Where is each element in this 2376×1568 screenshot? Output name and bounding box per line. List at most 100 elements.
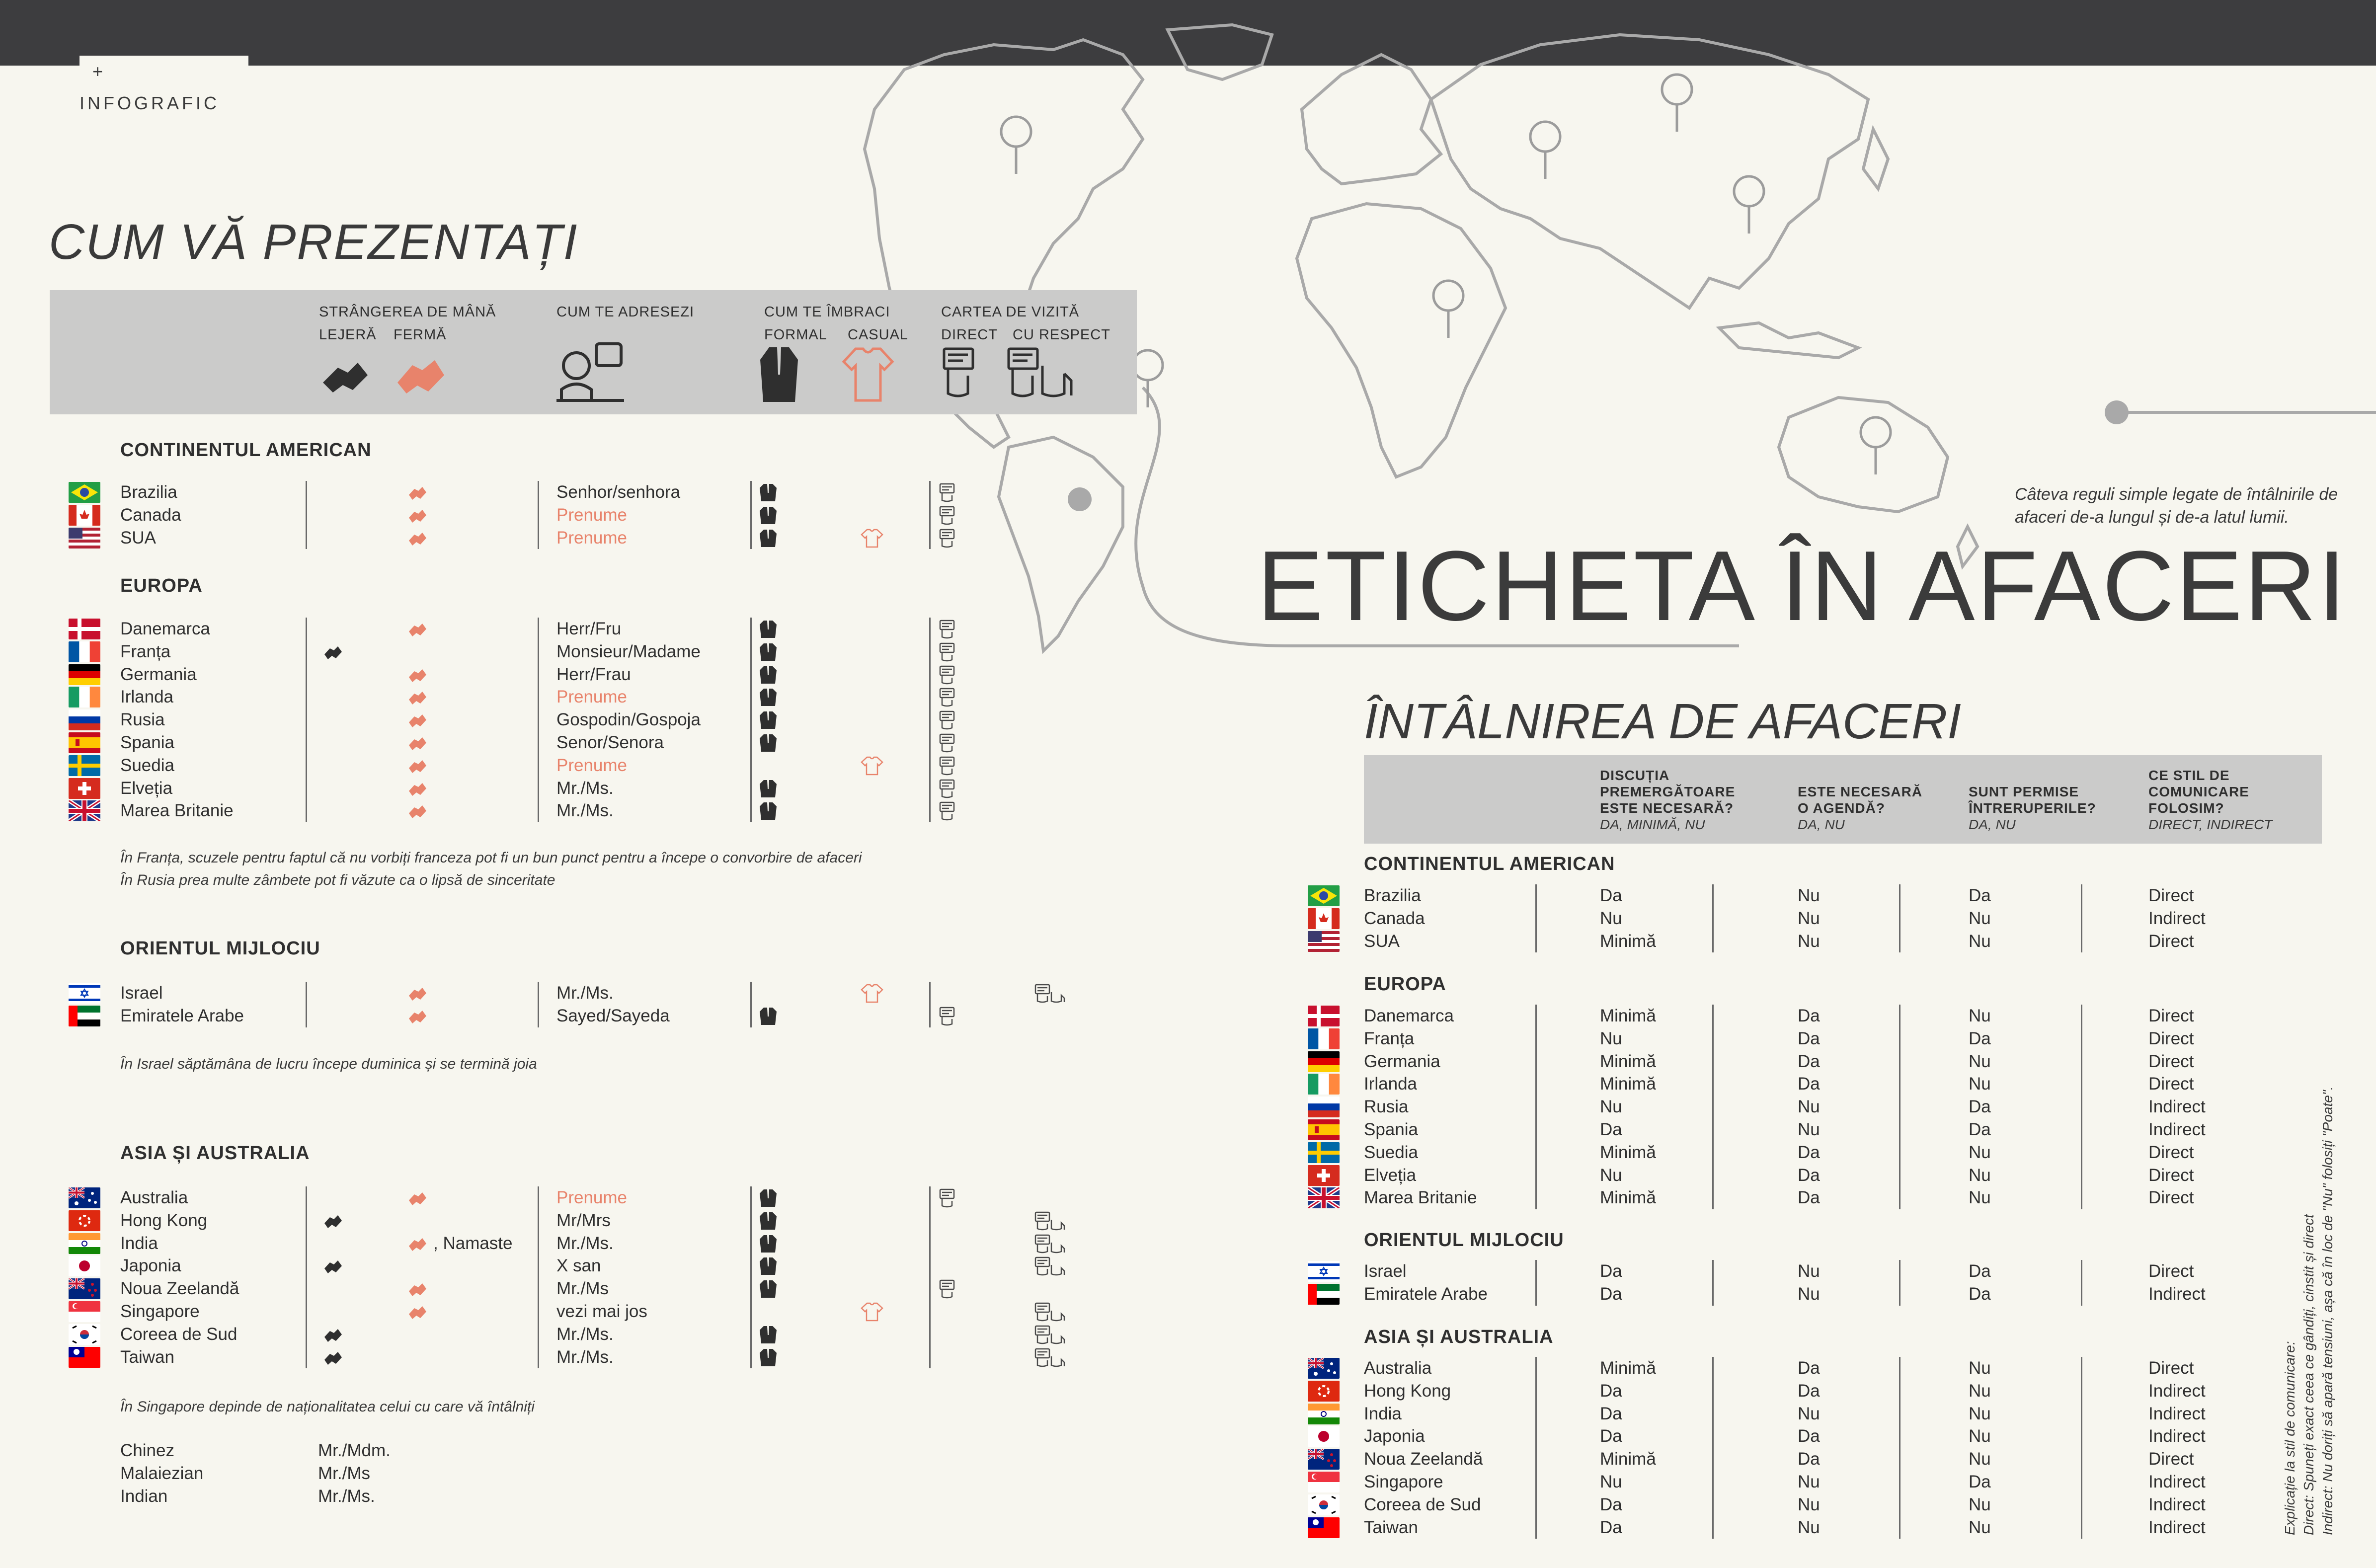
interruptions: Nu xyxy=(1969,1074,1991,1094)
section-title-present: CUM VĂ PREZENTAȚI xyxy=(49,214,578,270)
prior-discussion: Nu xyxy=(1600,1028,1622,1048)
flag-Rusia xyxy=(69,709,100,731)
country-name: Marea Britanie xyxy=(120,801,234,821)
country-name: Brazilia xyxy=(1364,886,1421,905)
flag-Spania xyxy=(69,732,100,753)
communication-style-explanation: Explicație la stil de comunicare: Direct… xyxy=(2281,939,2337,1535)
firm-handshake-icon xyxy=(407,621,427,637)
agenda: Nu xyxy=(1798,1284,1820,1304)
flag-SUA xyxy=(69,527,100,549)
prior-discussion: Da xyxy=(1600,1120,1622,1139)
meeting-row: Israel Da Nu Da Direct xyxy=(0,1260,2335,1283)
communication-style: Indirect xyxy=(2148,1472,2206,1491)
business-card-respect-icon xyxy=(1033,983,1066,1003)
firm-handshake-icon xyxy=(407,530,427,547)
light-handshake-icon xyxy=(323,1326,343,1343)
country-row: Elveția Mr./Ms. xyxy=(0,777,1143,800)
country-name: Marea Britanie xyxy=(1364,1188,1477,1208)
country-row: Hong Kong Mr/Mrs xyxy=(0,1209,1143,1232)
header-q4-options: DIRECT, INDIRECT xyxy=(2148,817,2273,832)
prior-discussion: Nu xyxy=(1600,1165,1622,1185)
region-americas: CONTINENTUL AMERICAN xyxy=(120,440,372,461)
business-card-respect-icon xyxy=(1033,1234,1066,1254)
meeting-region-americas: CONTINENTUL AMERICAN xyxy=(1364,854,1615,874)
header-formal: FORMAL xyxy=(764,327,827,343)
communication-style: Indirect xyxy=(2148,1120,2206,1139)
interruptions: Da xyxy=(1969,1261,1991,1281)
header-handshake: STRÂNGEREA DE MÂNĂ xyxy=(319,304,496,320)
agenda: Nu xyxy=(1798,1261,1820,1281)
prior-discussion: Minimă xyxy=(1600,1142,1656,1162)
address-form: Herr/Frau xyxy=(556,664,631,684)
agenda: Nu xyxy=(1798,1404,1820,1423)
interruptions: Nu xyxy=(1969,1188,1991,1208)
country-name: Suedia xyxy=(1364,1142,1418,1162)
flag-Noua Zeelandă xyxy=(1308,1449,1340,1470)
business-card-respect-icon xyxy=(1033,1211,1066,1231)
casual-shirt-icon xyxy=(861,983,883,1003)
prior-discussion: Nu xyxy=(1600,908,1622,928)
prior-discussion: Da xyxy=(1600,1517,1622,1537)
country-name: Canada xyxy=(120,505,181,525)
agenda: Da xyxy=(1798,1449,1820,1469)
prior-discussion: Da xyxy=(1600,1426,1622,1446)
region-europe: EUROPA xyxy=(120,575,203,596)
etiquette-table-header: STRÂNGEREA DE MÂNĂ LEJERĂ FERMĂ CUM TE A… xyxy=(50,290,1137,414)
communication-style: Indirect xyxy=(2148,1494,2206,1514)
casual-shirt-icon xyxy=(861,528,883,548)
meeting-row: Noua Zeelandă Minimă Da Nu Direct xyxy=(0,1448,2335,1471)
business-card-icon xyxy=(938,642,957,662)
agenda: Nu xyxy=(1798,1120,1820,1139)
header-casual: CASUAL xyxy=(848,327,909,343)
country-row: Israel Mr./Ms. xyxy=(0,982,1143,1005)
country-row: Canada Prenume xyxy=(0,504,1143,527)
prior-discussion: Minimă xyxy=(1600,1358,1656,1378)
prior-discussion: Da xyxy=(1600,1381,1622,1401)
header-dress: CUM TE ÎMBRACI xyxy=(764,304,890,320)
business-card-icon xyxy=(938,756,957,776)
communication-style: Direct xyxy=(2148,931,2194,951)
country-name: Brazilia xyxy=(120,482,177,502)
meeting-region-asia: ASIA ȘI AUSTRALIA xyxy=(1364,1327,1554,1347)
prior-discussion: Minimă xyxy=(1600,931,1656,951)
country-name: Taiwan xyxy=(1364,1517,1418,1537)
interruptions: Da xyxy=(1969,1120,1991,1139)
interruptions: Da xyxy=(1969,1097,1991,1117)
interruptions: Nu xyxy=(1969,1494,1991,1514)
country-name: Spania xyxy=(1364,1120,1418,1139)
agenda: Da xyxy=(1798,1188,1820,1208)
header-firm: FERMĂ xyxy=(394,327,447,343)
casual-shirt-icon xyxy=(842,347,894,402)
meeting-row: Coreea de Sud Da Nu Nu Indirect xyxy=(0,1493,2335,1516)
header-q2-options: DA, NU xyxy=(1798,817,1845,832)
flag-Canada xyxy=(69,504,100,526)
communication-style: Direct xyxy=(2148,886,2194,905)
header-direct: DIRECT xyxy=(941,327,998,343)
header-card: CARTEA DE VIZITĂ xyxy=(941,304,1080,320)
communication-style: Indirect xyxy=(2148,1097,2206,1117)
light-handshake-icon xyxy=(323,1212,343,1229)
header-q3: SUNT PERMISE ÎNTRERUPERILE? xyxy=(1969,784,2096,816)
country-name: Hong Kong xyxy=(1364,1381,1451,1401)
country-row: Brazilia Senhor/senhora xyxy=(0,481,1143,504)
meeting-row: Hong Kong Da Da Nu Indirect xyxy=(0,1380,2335,1403)
meeting-row: SUA Minimă Nu Nu Direct xyxy=(0,930,2335,953)
meeting-row: Irlanda Minimă Da Nu Direct xyxy=(0,1073,2335,1096)
interruptions: Nu xyxy=(1969,1358,1991,1378)
suit-icon xyxy=(759,1234,777,1253)
country-name: Australia xyxy=(1364,1358,1432,1378)
flag-Hong Kong xyxy=(1308,1380,1340,1402)
country-row: SUA Prenume xyxy=(0,527,1143,549)
business-card-icon xyxy=(938,801,957,821)
address-form: Prenume xyxy=(556,755,628,775)
country-row: Irlanda Prenume xyxy=(0,686,1143,708)
business-card-icon xyxy=(938,528,957,548)
firm-handshake-icon xyxy=(407,666,427,683)
meeting-row: Canada Nu Nu Nu Indirect xyxy=(0,907,2335,930)
interruptions: Da xyxy=(1969,1472,1991,1491)
meeting-row: Suedia Minimă Da Nu Direct xyxy=(0,1141,2335,1164)
interruptions: Da xyxy=(1969,886,1991,905)
header-light: LEJERĂ xyxy=(319,327,377,343)
business-card-icon xyxy=(938,687,957,707)
country-name: Coreea de Sud xyxy=(120,1324,238,1344)
